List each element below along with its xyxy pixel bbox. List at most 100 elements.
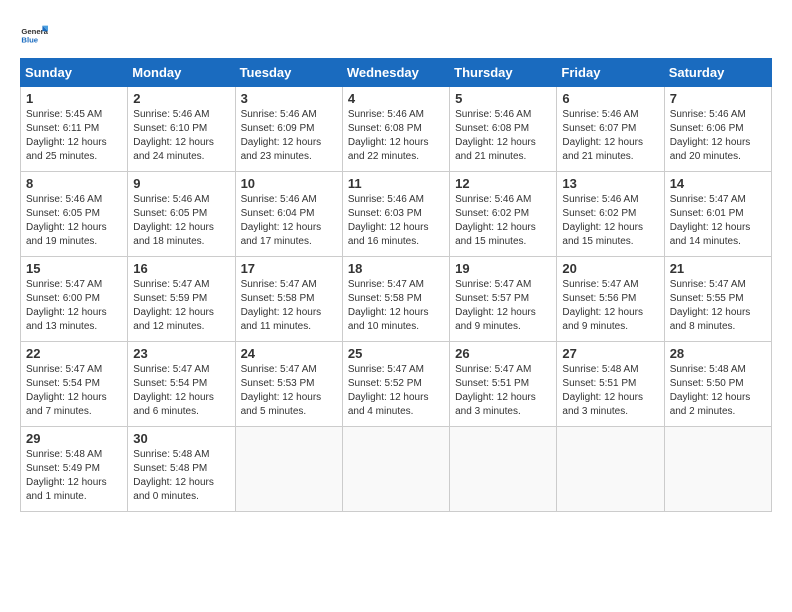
day-number: 30	[133, 431, 229, 446]
day-info: Sunrise: 5:46 AMSunset: 6:05 PMDaylight:…	[26, 193, 122, 249]
calendar-day-cell: 25 Sunrise: 5:47 AMSunset: 5:52 PMDaylig…	[342, 342, 449, 427]
day-info: Sunrise: 5:48 AMSunset: 5:48 PMDaylight:…	[133, 448, 229, 504]
day-number: 22	[26, 346, 122, 361]
day-number: 5	[455, 91, 551, 106]
calendar-day-cell: 9 Sunrise: 5:46 AMSunset: 6:05 PMDayligh…	[128, 172, 235, 257]
calendar-header-sunday: Sunday	[21, 59, 128, 87]
day-info: Sunrise: 5:46 AMSunset: 6:03 PMDaylight:…	[348, 193, 444, 249]
calendar-week-row: 8 Sunrise: 5:46 AMSunset: 6:05 PMDayligh…	[21, 172, 772, 257]
day-info: Sunrise: 5:47 AMSunset: 5:59 PMDaylight:…	[133, 278, 229, 334]
day-number: 17	[241, 261, 337, 276]
calendar-day-cell: 10 Sunrise: 5:46 AMSunset: 6:04 PMDaylig…	[235, 172, 342, 257]
calendar-day-cell: 5 Sunrise: 5:46 AMSunset: 6:08 PMDayligh…	[450, 87, 557, 172]
calendar-day-cell: 6 Sunrise: 5:46 AMSunset: 6:07 PMDayligh…	[557, 87, 664, 172]
calendar-day-cell: 8 Sunrise: 5:46 AMSunset: 6:05 PMDayligh…	[21, 172, 128, 257]
calendar-day-cell: 16 Sunrise: 5:47 AMSunset: 5:59 PMDaylig…	[128, 257, 235, 342]
day-number: 12	[455, 176, 551, 191]
day-number: 20	[562, 261, 658, 276]
day-number: 4	[348, 91, 444, 106]
calendar-day-cell: 29 Sunrise: 5:48 AMSunset: 5:49 PMDaylig…	[21, 427, 128, 512]
day-number: 6	[562, 91, 658, 106]
day-info: Sunrise: 5:46 AMSunset: 6:05 PMDaylight:…	[133, 193, 229, 249]
calendar-day-cell: 12 Sunrise: 5:46 AMSunset: 6:02 PMDaylig…	[450, 172, 557, 257]
calendar-day-cell: 13 Sunrise: 5:46 AMSunset: 6:02 PMDaylig…	[557, 172, 664, 257]
calendar-header-row: SundayMondayTuesdayWednesdayThursdayFrid…	[21, 59, 772, 87]
day-number: 8	[26, 176, 122, 191]
day-info: Sunrise: 5:47 AMSunset: 5:56 PMDaylight:…	[562, 278, 658, 334]
calendar-day-cell: 2 Sunrise: 5:46 AMSunset: 6:10 PMDayligh…	[128, 87, 235, 172]
day-info: Sunrise: 5:46 AMSunset: 6:08 PMDaylight:…	[455, 108, 551, 164]
calendar-day-cell: 20 Sunrise: 5:47 AMSunset: 5:56 PMDaylig…	[557, 257, 664, 342]
calendar-day-cell: 3 Sunrise: 5:46 AMSunset: 6:09 PMDayligh…	[235, 87, 342, 172]
calendar-day-cell: 14 Sunrise: 5:47 AMSunset: 6:01 PMDaylig…	[664, 172, 771, 257]
day-info: Sunrise: 5:47 AMSunset: 5:58 PMDaylight:…	[348, 278, 444, 334]
calendar-day-cell	[342, 427, 449, 512]
day-info: Sunrise: 5:48 AMSunset: 5:50 PMDaylight:…	[670, 363, 766, 419]
day-info: Sunrise: 5:46 AMSunset: 6:04 PMDaylight:…	[241, 193, 337, 249]
day-info: Sunrise: 5:46 AMSunset: 6:02 PMDaylight:…	[562, 193, 658, 249]
day-info: Sunrise: 5:47 AMSunset: 5:57 PMDaylight:…	[455, 278, 551, 334]
day-number: 9	[133, 176, 229, 191]
calendar-header-thursday: Thursday	[450, 59, 557, 87]
page-header: General Blue	[20, 20, 772, 48]
calendar-body: 1 Sunrise: 5:45 AMSunset: 6:11 PMDayligh…	[21, 87, 772, 512]
day-number: 7	[670, 91, 766, 106]
day-number: 11	[348, 176, 444, 191]
day-number: 23	[133, 346, 229, 361]
day-number: 24	[241, 346, 337, 361]
day-number: 15	[26, 261, 122, 276]
day-info: Sunrise: 5:47 AMSunset: 5:53 PMDaylight:…	[241, 363, 337, 419]
day-info: Sunrise: 5:47 AMSunset: 5:54 PMDaylight:…	[26, 363, 122, 419]
calendar-day-cell: 27 Sunrise: 5:48 AMSunset: 5:51 PMDaylig…	[557, 342, 664, 427]
calendar-week-row: 22 Sunrise: 5:47 AMSunset: 5:54 PMDaylig…	[21, 342, 772, 427]
day-info: Sunrise: 5:48 AMSunset: 5:51 PMDaylight:…	[562, 363, 658, 419]
day-number: 2	[133, 91, 229, 106]
logo: General Blue	[20, 20, 52, 48]
calendar-day-cell	[235, 427, 342, 512]
calendar-day-cell: 18 Sunrise: 5:47 AMSunset: 5:58 PMDaylig…	[342, 257, 449, 342]
svg-text:Blue: Blue	[21, 35, 38, 44]
day-info: Sunrise: 5:47 AMSunset: 6:01 PMDaylight:…	[670, 193, 766, 249]
calendar-header-monday: Monday	[128, 59, 235, 87]
calendar-day-cell: 22 Sunrise: 5:47 AMSunset: 5:54 PMDaylig…	[21, 342, 128, 427]
day-info: Sunrise: 5:47 AMSunset: 5:58 PMDaylight:…	[241, 278, 337, 334]
day-number: 29	[26, 431, 122, 446]
calendar-day-cell	[664, 427, 771, 512]
calendar-day-cell: 19 Sunrise: 5:47 AMSunset: 5:57 PMDaylig…	[450, 257, 557, 342]
calendar-day-cell: 30 Sunrise: 5:48 AMSunset: 5:48 PMDaylig…	[128, 427, 235, 512]
day-number: 28	[670, 346, 766, 361]
day-info: Sunrise: 5:46 AMSunset: 6:08 PMDaylight:…	[348, 108, 444, 164]
calendar-day-cell: 17 Sunrise: 5:47 AMSunset: 5:58 PMDaylig…	[235, 257, 342, 342]
calendar-header-wednesday: Wednesday	[342, 59, 449, 87]
day-info: Sunrise: 5:46 AMSunset: 6:09 PMDaylight:…	[241, 108, 337, 164]
day-info: Sunrise: 5:47 AMSunset: 5:52 PMDaylight:…	[348, 363, 444, 419]
calendar-day-cell: 26 Sunrise: 5:47 AMSunset: 5:51 PMDaylig…	[450, 342, 557, 427]
day-info: Sunrise: 5:47 AMSunset: 5:55 PMDaylight:…	[670, 278, 766, 334]
calendar-day-cell: 23 Sunrise: 5:47 AMSunset: 5:54 PMDaylig…	[128, 342, 235, 427]
calendar-day-cell: 7 Sunrise: 5:46 AMSunset: 6:06 PMDayligh…	[664, 87, 771, 172]
day-number: 10	[241, 176, 337, 191]
logo-icon: General Blue	[20, 20, 48, 48]
calendar-header-saturday: Saturday	[664, 59, 771, 87]
calendar-day-cell: 28 Sunrise: 5:48 AMSunset: 5:50 PMDaylig…	[664, 342, 771, 427]
day-number: 19	[455, 261, 551, 276]
calendar-header-friday: Friday	[557, 59, 664, 87]
calendar-week-row: 1 Sunrise: 5:45 AMSunset: 6:11 PMDayligh…	[21, 87, 772, 172]
day-number: 3	[241, 91, 337, 106]
day-info: Sunrise: 5:47 AMSunset: 6:00 PMDaylight:…	[26, 278, 122, 334]
day-number: 27	[562, 346, 658, 361]
day-info: Sunrise: 5:47 AMSunset: 5:54 PMDaylight:…	[133, 363, 229, 419]
day-info: Sunrise: 5:48 AMSunset: 5:49 PMDaylight:…	[26, 448, 122, 504]
calendar-table: SundayMondayTuesdayWednesdayThursdayFrid…	[20, 58, 772, 512]
calendar-day-cell: 24 Sunrise: 5:47 AMSunset: 5:53 PMDaylig…	[235, 342, 342, 427]
day-number: 26	[455, 346, 551, 361]
day-number: 1	[26, 91, 122, 106]
day-number: 21	[670, 261, 766, 276]
day-number: 13	[562, 176, 658, 191]
day-info: Sunrise: 5:47 AMSunset: 5:51 PMDaylight:…	[455, 363, 551, 419]
day-info: Sunrise: 5:46 AMSunset: 6:06 PMDaylight:…	[670, 108, 766, 164]
day-info: Sunrise: 5:46 AMSunset: 6:10 PMDaylight:…	[133, 108, 229, 164]
day-number: 16	[133, 261, 229, 276]
calendar-day-cell: 11 Sunrise: 5:46 AMSunset: 6:03 PMDaylig…	[342, 172, 449, 257]
day-number: 18	[348, 261, 444, 276]
